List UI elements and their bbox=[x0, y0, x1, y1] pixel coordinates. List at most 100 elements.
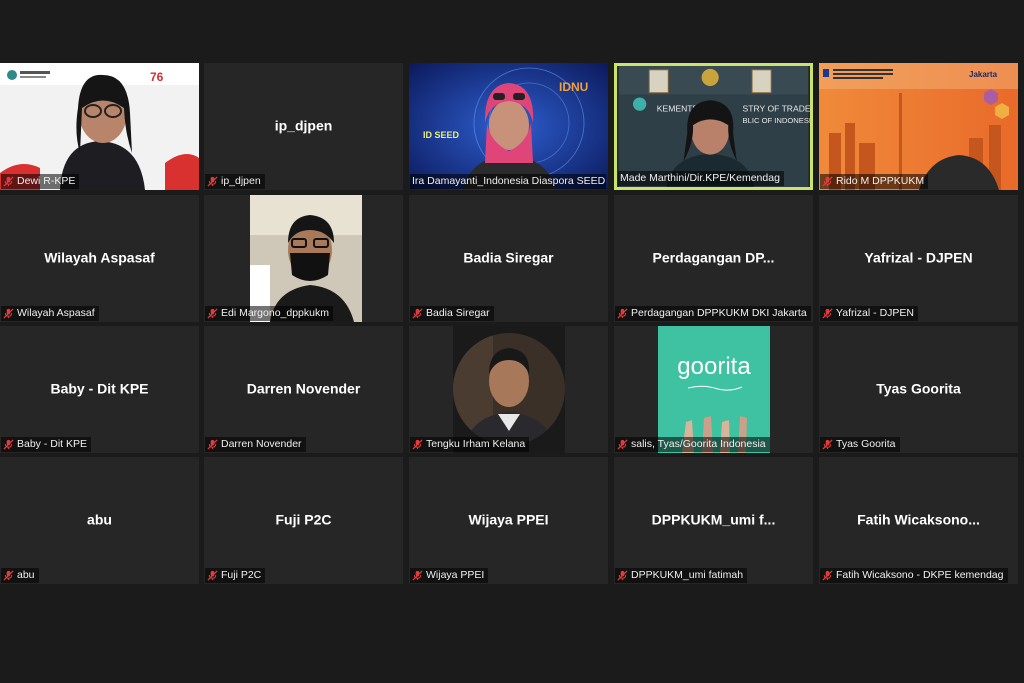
participant-tile[interactable]: Edi Margono_dppkukm bbox=[204, 195, 403, 322]
participant-name: Fuji P2C bbox=[221, 569, 262, 581]
muted-mic-icon bbox=[617, 569, 628, 581]
participant-tile[interactable]: Tyas Goorita Tyas Goorita bbox=[819, 326, 1018, 453]
svg-text:IDNU: IDNU bbox=[559, 80, 588, 94]
participant-tile[interactable]: Fatih Wicaksono... Fatih Wicaksono - DKPE… bbox=[819, 457, 1018, 584]
participant-video: Jakarta bbox=[819, 63, 1018, 190]
participant-name-label: Fuji P2C bbox=[205, 568, 266, 583]
participant-name: Ira Damayanti_Indonesia Diaspora SEED bbox=[412, 175, 606, 187]
muted-mic-icon bbox=[822, 307, 833, 319]
svg-text:ID SEED: ID SEED bbox=[423, 130, 460, 140]
participant-name: ip_djpen bbox=[221, 175, 261, 187]
svg-text:BLIC OF INDONESIA: BLIC OF INDONESIA bbox=[743, 116, 810, 125]
muted-mic-icon bbox=[822, 438, 833, 450]
participant-video bbox=[250, 195, 362, 322]
participant-video: 76 bbox=[0, 63, 199, 190]
profile-photo bbox=[452, 326, 565, 453]
participant-tile[interactable]: Darren Novender Darren Novender bbox=[204, 326, 403, 453]
participant-name: Wijaya PPEI bbox=[426, 569, 485, 581]
participant-display-name: abu bbox=[87, 510, 112, 527]
muted-mic-icon bbox=[3, 175, 14, 187]
muted-mic-icon bbox=[617, 307, 628, 319]
webcam-feed: ID SEED IDNU bbox=[409, 63, 608, 190]
participant-tile[interactable]: Tengku Irham Kelana bbox=[409, 326, 608, 453]
participant-name: Wilayah Aspasaf bbox=[17, 307, 95, 319]
participant-tile[interactable]: goorita salis, Tyas/Goorita Indonesia bbox=[614, 326, 813, 453]
participant-tile[interactable]: KEMENTERIAN STRY OF TRADE BLIC OF INDONE… bbox=[614, 63, 813, 190]
participant-display-name: Baby - Dit KPE bbox=[50, 379, 149, 396]
svg-text:STRY OF TRADE: STRY OF TRADE bbox=[743, 104, 810, 114]
participant-display-name: Wilayah Aspasaf bbox=[44, 248, 155, 265]
participant-grid: 76 Dewi R-KPE ip_djpen ip_djpen ID SEED ID… bbox=[0, 63, 1024, 585]
svg-text:Jakarta: Jakarta bbox=[969, 70, 998, 79]
participant-video: KEMENTERIAN STRY OF TRADE BLIC OF INDONE… bbox=[617, 66, 810, 187]
participant-name-label: salis, Tyas/Goorita Indonesia bbox=[615, 437, 770, 452]
muted-mic-icon bbox=[412, 307, 423, 319]
participant-name: Yafrizal - DJPEN bbox=[836, 307, 914, 319]
participant-name-label: Wilayah Aspasaf bbox=[1, 306, 99, 321]
participant-tile[interactable]: Baby - Dit KPE Baby - Dit KPE bbox=[0, 326, 199, 453]
participant-tile[interactable]: abu abu bbox=[0, 457, 199, 584]
muted-mic-icon bbox=[412, 438, 423, 450]
muted-mic-icon bbox=[207, 175, 218, 187]
participant-display-name: Darren Novender bbox=[246, 379, 361, 396]
participant-name: Badia Siregar bbox=[426, 307, 490, 319]
participant-tile[interactable]: Yafrizal - DJPEN Yafrizal - DJPEN bbox=[819, 195, 1018, 322]
participant-name: abu bbox=[17, 569, 35, 581]
muted-mic-icon bbox=[207, 307, 218, 319]
muted-mic-icon bbox=[822, 175, 833, 187]
svg-text:76: 76 bbox=[150, 70, 164, 84]
participant-display-name: ip_djpen bbox=[274, 116, 333, 133]
participant-name-label: DPPKUKM_umi fatimah bbox=[615, 568, 748, 583]
participant-tile[interactable]: Badia Siregar Badia Siregar bbox=[409, 195, 608, 322]
participant-tile[interactable]: Perdagangan DP... Perdagangan DPPKUKM DKI… bbox=[614, 195, 813, 322]
muted-mic-icon bbox=[3, 569, 14, 581]
participant-name-label: Dewi R-KPE bbox=[1, 174, 80, 189]
muted-mic-icon bbox=[3, 307, 14, 319]
participant-display-name: Fatih Wicaksono... bbox=[857, 510, 980, 527]
participant-tile[interactable]: Wijaya PPEI Wijaya PPEI bbox=[409, 457, 608, 584]
participant-display-name: Badia Siregar bbox=[463, 248, 554, 265]
participant-tile[interactable]: DPPKUKM_umi f... DPPKUKM_umi fatimah bbox=[614, 457, 813, 584]
participant-tile[interactable]: ID SEED IDNU Ira Damayanti_Indonesia Dia… bbox=[409, 63, 608, 190]
muted-mic-icon bbox=[412, 569, 423, 581]
webcam-feed bbox=[250, 195, 362, 322]
participant-tile[interactable]: ip_djpen ip_djpen bbox=[204, 63, 403, 190]
participant-name-label: Baby - Dit KPE bbox=[1, 437, 92, 452]
participant-video bbox=[452, 326, 565, 453]
participant-display-name: Perdagangan DP... bbox=[652, 248, 775, 265]
participant-display-name: Tyas Goorita bbox=[876, 379, 961, 396]
participant-tile[interactable]: Wilayah Aspasaf Wilayah Aspasaf bbox=[0, 195, 199, 322]
goorita-logo-image: goorita bbox=[657, 326, 770, 453]
participant-name: Baby - Dit KPE bbox=[17, 438, 88, 450]
participant-name: Darren Novender bbox=[221, 438, 302, 450]
participant-name-label: ip_djpen bbox=[205, 174, 265, 189]
participant-tile[interactable]: Jakarta Rido M DPPKUKM bbox=[819, 63, 1018, 190]
participant-name: Made Marthini/Dir.KPE/Kemendag bbox=[620, 172, 780, 184]
participant-name-label: Fatih Wicaksono - DKPE kemendag bbox=[820, 568, 1008, 583]
muted-mic-icon bbox=[617, 438, 628, 450]
participant-name-label: Perdagangan DPPKUKM DKI Jakarta bbox=[615, 306, 811, 321]
participant-name-label: Ira Damayanti_Indonesia Diaspora SEED bbox=[410, 174, 606, 189]
muted-mic-icon bbox=[207, 569, 218, 581]
participant-display-name: Wijaya PPEI bbox=[468, 510, 549, 527]
webcam-feed: 76 bbox=[0, 63, 199, 190]
participant-display-name: Fuji P2C bbox=[275, 510, 332, 527]
participant-tile[interactable]: 76 Dewi R-KPE bbox=[0, 63, 199, 190]
participant-display-name: Yafrizal - DJPEN bbox=[864, 248, 973, 265]
participant-name-label: Tyas Goorita bbox=[820, 437, 900, 452]
participant-video: ID SEED IDNU bbox=[409, 63, 608, 190]
muted-mic-icon bbox=[822, 569, 833, 581]
participant-display-name: DPPKUKM_umi f... bbox=[651, 510, 776, 527]
participant-video: goorita bbox=[657, 326, 770, 453]
svg-text:goorita: goorita bbox=[677, 353, 751, 380]
participant-name: Dewi R-KPE bbox=[17, 175, 76, 187]
participant-name: salis, Tyas/Goorita Indonesia bbox=[631, 438, 766, 450]
participant-name-label: Made Marthini/Dir.KPE/Kemendag bbox=[618, 171, 784, 186]
participant-name: DPPKUKM_umi fatimah bbox=[631, 569, 744, 581]
muted-mic-icon bbox=[207, 438, 218, 450]
participant-name: Edi Margono_dppkukm bbox=[221, 307, 329, 319]
webcam-feed: Jakarta bbox=[819, 63, 1018, 190]
participant-name: Tyas Goorita bbox=[836, 438, 896, 450]
participant-name-label: Darren Novender bbox=[205, 437, 306, 452]
participant-tile[interactable]: Fuji P2C Fuji P2C bbox=[204, 457, 403, 584]
